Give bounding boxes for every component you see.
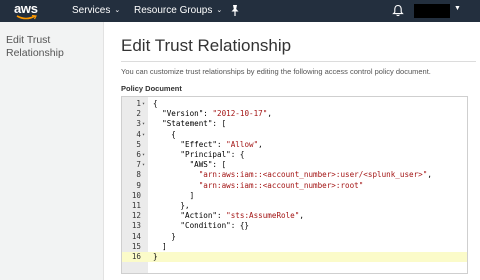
code-line[interactable]: 11 }, (122, 201, 467, 211)
sidebar-title: Edit Trust Relationship (6, 34, 64, 59)
code-line[interactable]: 12 "Action": "sts:AssumeRole", (122, 211, 467, 221)
line-number: 4 (136, 129, 141, 139)
chevron-down-icon: ⌄ (216, 7, 223, 14)
line-number: 5 (136, 139, 141, 149)
fold-toggle-icon[interactable]: ▾ (142, 150, 145, 160)
code-text: "Version": "2012-10-17", (153, 109, 272, 119)
line-number: 11 (131, 201, 141, 210)
line-number: 13 (131, 221, 141, 231)
code-line[interactable]: 15 ] (122, 242, 467, 252)
account-caret-icon[interactable]: ▼ (454, 5, 461, 12)
services-menu[interactable]: Services ⌄ (72, 5, 120, 16)
line-number: 15 (131, 241, 141, 251)
top-nav-bar: aws Services ⌄ Resource Groups ⌄ ▼ (0, 0, 480, 22)
code-text: "AWS": [ (153, 160, 227, 170)
code-line[interactable]: 13 "Condition": {} (122, 221, 467, 231)
line-number: 10 (131, 190, 141, 200)
code-line[interactable]: 9 "arn:aws:iam::<account_number>:root" (122, 181, 467, 191)
line-number: 3 (136, 119, 141, 129)
code-text: "arn:aws:iam::<account_number>:user/<spl… (198, 170, 432, 180)
aws-logo-text: aws (14, 1, 38, 16)
code-text: "arn:aws:iam::<account_number>:root" (198, 180, 364, 190)
fold-toggle-icon[interactable]: ▾ (142, 130, 145, 140)
code-line[interactable]: 2 "Version": "2012-10-17", (122, 109, 467, 119)
pin-icon[interactable] (229, 4, 241, 17)
fold-toggle-icon[interactable]: ▾ (142, 119, 145, 129)
line-number: 14 (131, 231, 141, 241)
page-title: Edit Trust Relationship (121, 36, 292, 55)
line-number: 12 (131, 211, 141, 221)
code-text: "Statement": [ (153, 119, 227, 129)
services-label: Services (72, 5, 111, 16)
code-line[interactable]: 1 ▾ { (122, 99, 467, 109)
account-menu-redacted[interactable] (414, 4, 450, 18)
page-description: You can customize trust relationships by… (121, 67, 431, 76)
policy-document-label: Policy Document (121, 84, 182, 93)
code-line[interactable]: 8 "arn:aws:iam::<account_number>:user/<s… (122, 170, 467, 180)
code-text: { (153, 129, 176, 139)
code-line[interactable]: 7 ▾ "AWS": [ (122, 160, 467, 170)
fold-toggle-icon[interactable]: ▾ (142, 160, 145, 170)
code-text: } (153, 252, 158, 261)
code-text: } (153, 231, 176, 241)
code-text: "Condition": {} (153, 221, 250, 231)
resource-groups-label: Resource Groups (134, 5, 213, 16)
policy-document-editor[interactable]: 1 ▾{2 "Version": "2012-10-17", 3 ▾ "Stateme… (121, 96, 468, 274)
aws-smile-icon (16, 15, 37, 20)
code-line[interactable]: 6 ▾ "Principal": { (122, 150, 467, 160)
code-line[interactable]: 5 "Effect": "Allow", (122, 140, 467, 150)
title-divider (121, 61, 476, 62)
line-number: 9 (136, 180, 141, 190)
line-number: 2 (136, 109, 141, 119)
chevron-down-icon: ⌄ (114, 7, 121, 14)
bell-icon[interactable] (392, 4, 404, 17)
line-number: 16 (131, 252, 141, 261)
resource-groups-menu[interactable]: Resource Groups ⌄ (134, 5, 222, 16)
code-text: { (153, 99, 158, 108)
line-number: 6 (136, 150, 141, 159)
line-number: 7 (136, 160, 141, 170)
code-text: ] (153, 190, 195, 200)
fold-toggle-icon[interactable]: ▾ (142, 99, 145, 109)
code-line[interactable]: 16} (122, 252, 467, 263)
code-line[interactable]: 14 } (122, 232, 467, 242)
code-text: "Action": "sts:AssumeRole", (153, 211, 304, 221)
line-number: 8 (136, 170, 141, 180)
code-line[interactable]: 3 ▾ "Statement": [ (122, 119, 467, 129)
code-text: ] (153, 241, 167, 251)
code-text: "Effect": "Allow", (153, 139, 263, 149)
line-number: 1 (136, 99, 141, 108)
code-line[interactable]: 4 ▾ { (122, 130, 467, 140)
sidebar: Edit Trust Relationship (0, 22, 104, 280)
code-text: "Principal": { (153, 150, 245, 159)
code-text: }, (153, 201, 190, 210)
code-line[interactable]: 10 ] (122, 191, 467, 201)
